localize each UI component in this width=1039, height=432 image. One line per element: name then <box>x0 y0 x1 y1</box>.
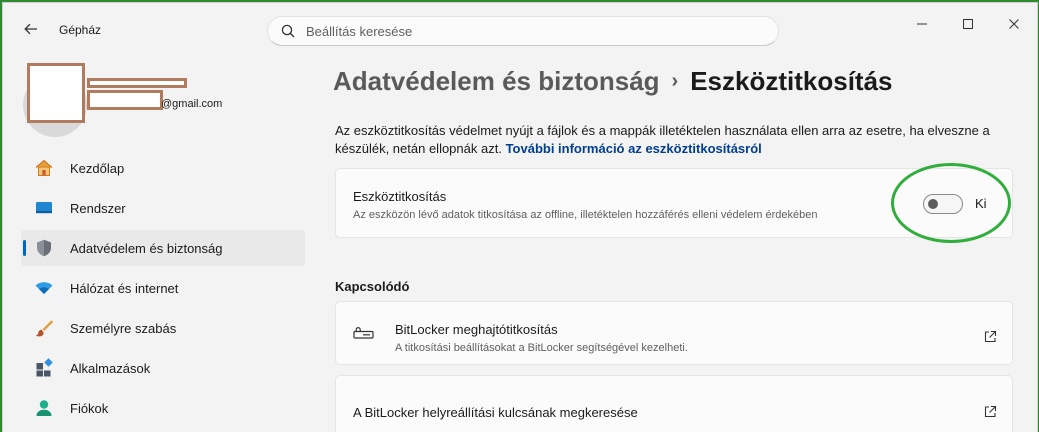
page-description: Az eszköztitkosítás védelmet nyújt a fáj… <box>335 122 1015 158</box>
sidebar-item-network[interactable]: Hálózat és internet <box>21 270 305 306</box>
open-external-icon <box>984 330 997 343</box>
bitlocker-key-icon <box>353 327 374 339</box>
sidebar-item-label: Kezdőlap <box>70 160 125 176</box>
system-icon <box>34 198 54 218</box>
search-icon <box>281 24 295 38</box>
open-external-icon <box>984 405 997 418</box>
device-encryption-title: Eszköztitkosítás <box>353 189 447 204</box>
sidebar-item-label: Fiókok <box>70 400 109 416</box>
home-icon <box>34 158 54 178</box>
breadcrumb-parent[interactable]: Adatvédelem és biztonság <box>333 66 660 96</box>
bitlocker-recovery-title: A BitLocker helyreállítási kulcsának meg… <box>353 405 638 420</box>
title-bar: Gépház Beállítás keresése <box>3 3 1037 55</box>
account-icon <box>34 398 54 418</box>
bitlocker-card[interactable]: BitLocker meghajtótitkosítás A titkosítá… <box>335 301 1013 365</box>
sidebar-item-label: Adatvédelem és biztonság <box>70 240 223 256</box>
search-input[interactable]: Beállítás keresése <box>267 16 779 46</box>
toggle-state-label: Ki <box>975 196 987 211</box>
redacted-email-user <box>87 90 163 110</box>
search-placeholder: Beállítás keresése <box>306 24 413 39</box>
apps-icon <box>34 358 54 378</box>
sidebar-item-label: Rendszer <box>70 200 126 216</box>
settings-window: Gépház Beállítás keresése @gmail.com Kez… <box>2 2 1038 432</box>
sidebar-item-label: Hálózat és internet <box>70 280 179 296</box>
chevron-right-icon: › <box>671 70 679 92</box>
sidebar-item-label: Alkalmazások <box>70 360 151 376</box>
page-title: Eszköztitkosítás <box>690 66 893 96</box>
bitlocker-recovery-card[interactable]: A BitLocker helyreállítási kulcsának meg… <box>335 375 1013 432</box>
sidebar-item-label: Személyre szabás <box>70 320 177 336</box>
sidebar-item-privacy-security[interactable]: Adatvédelem és biztonság <box>21 230 305 266</box>
learn-more-link[interactable]: További információ az eszköztitkosításró… <box>506 141 762 156</box>
sidebar-nav: Kezdőlap Rendszer Adatvédelem és biztons… <box>21 150 305 430</box>
shield-icon <box>34 238 54 258</box>
account-email: @gmail.com <box>161 98 223 110</box>
back-button[interactable] <box>17 15 45 43</box>
toggle-knob <box>928 199 938 209</box>
close-button[interactable] <box>992 7 1036 41</box>
device-encryption-subtitle: Az eszközön lévő adatok titkosítása az o… <box>353 209 818 221</box>
arrow-left-icon <box>24 23 37 35</box>
sidebar-item-home[interactable]: Kezdőlap <box>21 150 305 186</box>
maximize-button[interactable] <box>946 7 990 41</box>
device-encryption-card: Eszköztitkosítás Az eszközön lévő adatok… <box>335 168 1013 238</box>
brush-icon <box>34 318 54 338</box>
wifi-icon <box>34 278 54 298</box>
device-encryption-toggle[interactable] <box>923 194 963 214</box>
maximize-icon <box>963 19 973 29</box>
sidebar-item-system[interactable]: Rendszer <box>21 190 305 226</box>
bitlocker-title: BitLocker meghajtótitkosítás <box>395 322 558 337</box>
sidebar-item-apps[interactable]: Alkalmazások <box>21 350 305 386</box>
close-icon <box>1009 19 1019 29</box>
sidebar-item-personalization[interactable]: Személyre szabás <box>21 310 305 346</box>
app-title: Gépház <box>59 23 102 37</box>
redacted-name <box>87 78 187 88</box>
minimize-button[interactable] <box>900 7 944 41</box>
related-heading: Kapcsolódó <box>335 279 410 294</box>
redacted-avatar <box>27 63 85 123</box>
minimize-icon <box>917 23 927 25</box>
bitlocker-subtitle: A titkosítási beállításokat a BitLocker … <box>395 342 688 354</box>
breadcrumb: Adatvédelem és biztonság › Eszköztitkosítá… <box>333 66 893 97</box>
sidebar-item-accounts[interactable]: Fiókok <box>21 390 305 426</box>
